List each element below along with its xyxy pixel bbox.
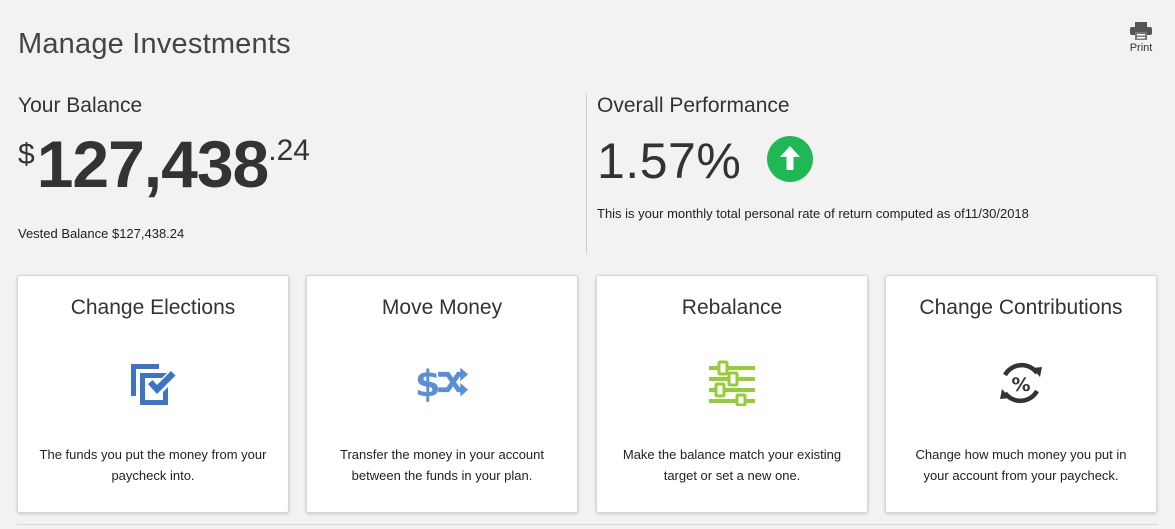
printer-icon [1130,22,1152,40]
rebalance-card[interactable]: Rebalance Make the balance match your ex… [596,275,868,513]
vested-balance: Vested Balance $127,438.24 [18,226,185,241]
performance-section: Overall Performance 1.57% This is your m… [597,94,1157,221]
card-title: Change Elections [70,296,236,319]
performance-heading: Overall Performance [597,94,790,117]
performance-value: 1.57% [597,133,742,189]
card-title: Move Money [381,296,503,319]
card-description: Change how much money you put in your ac… [915,447,1127,483]
svg-text:%: % [1011,374,1030,396]
page-title: Manage Investments [18,28,291,60]
balance-whole: 127,438 [36,127,270,201]
svg-text:$: $ [415,363,440,406]
checkbox-edit-icon [126,358,180,408]
arrow-up-icon [767,135,814,187]
performance-note: This is your monthly total personal rate… [597,206,1029,221]
balance-amount: $ 127,438 .24 [18,128,578,201]
card-description: Make the balance match your existing tar… [622,447,842,483]
print-button[interactable]: Print [1124,22,1158,54]
change-contributions-card[interactable]: Change Contributions % Change how much m… [885,275,1157,513]
card-title: Rebalance [681,296,783,319]
change-elections-card[interactable]: Change Elections The funds you put the m… [17,275,289,513]
balance-cents: .24 [268,134,310,167]
balance-section: Your Balance $ 127,438 .24 Vested Balanc… [18,94,578,241]
card-title: Change Contributions [919,296,1123,319]
card-description: Transfer the money in your account betwe… [339,447,544,483]
card-description: The funds you put the money from your pa… [39,447,267,483]
currency-symbol: $ [18,138,35,171]
dollar-shuffle-icon: $ [415,358,469,408]
section-divider [586,94,587,254]
balance-heading: Your Balance [18,94,143,117]
bottom-divider [17,524,1158,525]
sliders-icon [705,358,759,408]
move-money-card[interactable]: Move Money $ Transfer the money in your … [306,275,578,513]
performance-value-row: 1.57% [597,132,1157,190]
print-label: Print [1129,42,1153,54]
percent-cycle-icon: % [994,358,1048,408]
